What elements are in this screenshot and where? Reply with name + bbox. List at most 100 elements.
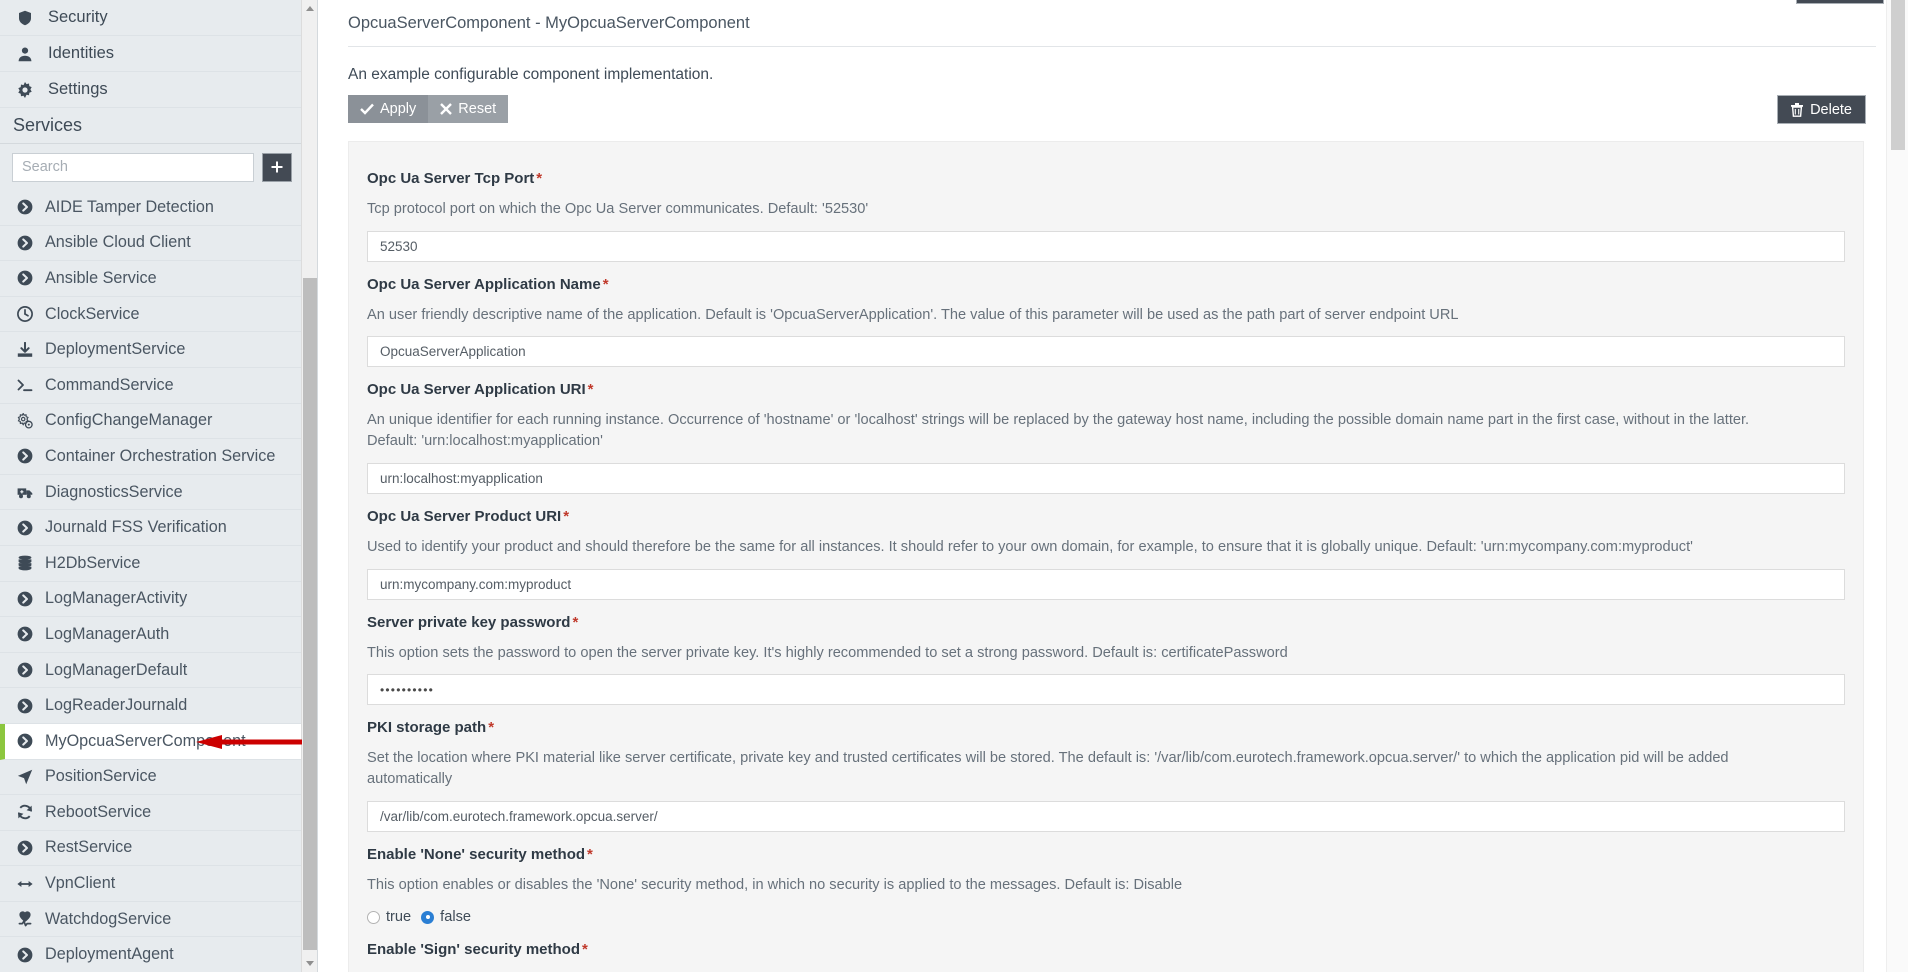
form-field: Opc Ua Server Application URI * An unique … bbox=[367, 376, 1845, 494]
sidebar-item-security[interactable]: Security bbox=[0, 0, 302, 36]
add-service-button[interactable] bbox=[262, 152, 292, 182]
chevron-circle-right-icon bbox=[17, 662, 38, 678]
service-item-logmanageractivity[interactable]: LogManagerActivity bbox=[0, 581, 302, 618]
radio-button[interactable] bbox=[421, 910, 435, 924]
service-item-logmanagerauth[interactable]: LogManagerAuth bbox=[0, 617, 302, 653]
service-item-deploymentagent[interactable]: DeploymentAgent bbox=[0, 937, 302, 972]
field-input[interactable] bbox=[367, 674, 1845, 706]
field-input[interactable] bbox=[367, 800, 1845, 832]
location-arrow-icon bbox=[17, 769, 38, 785]
field-label-text: Enable 'Sign' security method bbox=[367, 941, 581, 959]
service-item-commandservice[interactable]: CommandService bbox=[0, 367, 302, 404]
service-item-label: WatchdogService bbox=[45, 909, 172, 928]
chevron-circle-right-icon bbox=[17, 733, 33, 749]
cogs-icon bbox=[17, 412, 38, 429]
service-item-logreaderjournald[interactable]: LogReaderJournald bbox=[0, 688, 302, 724]
refresh-icon bbox=[17, 804, 38, 820]
service-item-label: LogManagerActivity bbox=[45, 589, 188, 608]
service-item-label: DiagnosticsService bbox=[45, 482, 183, 501]
heartbeat-shield-icon bbox=[17, 911, 38, 927]
service-item-ansible-service[interactable]: Ansible Service bbox=[0, 261, 302, 297]
cogs-icon bbox=[17, 412, 33, 429]
radio-option-false[interactable]: false bbox=[421, 909, 471, 925]
reset-button[interactable]: Reset bbox=[428, 95, 509, 123]
service-item-configchangemanager[interactable]: ConfigChangeManager bbox=[0, 403, 302, 440]
service-item-label: Container Orchestration Service bbox=[45, 446, 276, 465]
service-item-label: CommandService bbox=[45, 375, 174, 394]
sidebar-scrollbar-thumb[interactable] bbox=[303, 278, 317, 950]
radio-option-true[interactable]: true bbox=[367, 909, 411, 925]
field-label: Opc Ua Server Product URI * bbox=[367, 503, 1845, 525]
shield-icon bbox=[17, 10, 39, 26]
service-item-h2dbservice[interactable]: H2DbService bbox=[0, 545, 302, 582]
radio-button[interactable] bbox=[367, 910, 380, 924]
field-label: Opc Ua Server Application URI * bbox=[367, 376, 1845, 398]
service-item-myopcuaservercomponent[interactable]: MyOpcuaServerComponent bbox=[0, 723, 302, 760]
field-label-text: Opc Ua Server Application Name bbox=[367, 275, 601, 293]
chevron-circle-right-icon bbox=[17, 520, 38, 536]
form-field: PKI storage path * Set the location where … bbox=[367, 714, 1845, 832]
service-item-label: MyOpcuaServerComponent bbox=[45, 731, 246, 750]
arrows-h-icon bbox=[17, 880, 33, 887]
field-label-text: Opc Ua Server Product URI bbox=[367, 507, 562, 525]
field-description: Tcp protocol port on which the Opc Ua Se… bbox=[367, 201, 869, 217]
chevron-circle-right-icon bbox=[17, 627, 33, 642]
service-item-journald-fss-verification[interactable]: Journald FSS Verification bbox=[0, 510, 302, 546]
field-label-text: Opc Ua Server Tcp Port bbox=[367, 170, 535, 187]
reset-button-label: Reset bbox=[458, 100, 497, 117]
service-item-positionservice[interactable]: PositionService bbox=[0, 759, 302, 796]
chevron-circle-right-icon bbox=[17, 235, 33, 251]
chevron-circle-right-icon bbox=[17, 448, 38, 464]
sidebar: Security Identities Settings Services AIDE… bbox=[0, 0, 318, 972]
chevron-circle-right-icon bbox=[17, 840, 38, 856]
ambulance-icon bbox=[17, 484, 38, 500]
service-item-diagnosticsservice[interactable]: DiagnosticsService bbox=[0, 474, 302, 511]
service-item-container-orchestration-service[interactable]: Container Orchestration Service bbox=[0, 439, 302, 475]
service-item-label: LogManagerAuth bbox=[45, 624, 170, 643]
clock-icon bbox=[17, 306, 33, 323]
service-item-ansible-cloud-client[interactable]: Ansible Cloud Client bbox=[0, 225, 302, 262]
sidebar-item-settings[interactable]: Settings bbox=[0, 72, 302, 108]
search-input[interactable] bbox=[12, 152, 254, 182]
sidebar-item-identities[interactable]: Identities bbox=[0, 36, 302, 72]
offscreen-top-button[interactable] bbox=[1796, 0, 1884, 4]
chevron-circle-right-icon bbox=[17, 733, 38, 749]
chevron-circle-right-icon bbox=[17, 591, 33, 607]
service-item-label: H2DbService bbox=[45, 553, 141, 572]
service-item-watchdogservice[interactable]: WatchdogService bbox=[0, 901, 302, 938]
sidebar-scrollbar[interactable] bbox=[301, 0, 317, 972]
delete-button[interactable]: Delete bbox=[1777, 95, 1866, 124]
field-input[interactable] bbox=[367, 230, 1845, 262]
main-scrollbar-thumb[interactable] bbox=[1891, 0, 1905, 150]
chevron-circle-right-icon bbox=[17, 449, 33, 464]
service-item-label: DeploymentService bbox=[45, 340, 186, 359]
field-label-text: Server private key password bbox=[367, 613, 571, 631]
scroll-down-arrow-icon[interactable] bbox=[302, 955, 317, 972]
sidebar-content: Security Identities Settings Services AIDE… bbox=[0, 0, 302, 972]
component-description: An example configurable component implem… bbox=[348, 66, 714, 83]
plus-icon bbox=[271, 161, 283, 173]
field-description: An unique identifier for each running in… bbox=[367, 412, 1750, 450]
main-scrollbar[interactable] bbox=[1886, 0, 1908, 972]
form-field: Opc Ua Server Tcp Port * Tcp protocol port… bbox=[367, 165, 1845, 262]
apply-button[interactable]: Apply bbox=[348, 95, 429, 123]
service-item-restservice[interactable]: RestService bbox=[0, 830, 302, 867]
chevron-circle-right-icon bbox=[17, 698, 33, 714]
field-input[interactable] bbox=[367, 462, 1845, 494]
service-item-clockservice[interactable]: ClockService bbox=[0, 296, 302, 333]
service-item-vpnclient[interactable]: VpnClient bbox=[0, 866, 302, 902]
field-label-text: Opc Ua Server Application URI bbox=[367, 381, 586, 399]
scroll-up-arrow-icon[interactable] bbox=[302, 0, 317, 17]
service-item-deploymentservice[interactable]: DeploymentService bbox=[0, 332, 302, 368]
sidebar-section-services: Services bbox=[0, 108, 302, 144]
sidebar-item-label: Settings bbox=[48, 80, 108, 98]
field-input[interactable] bbox=[367, 336, 1845, 368]
service-item-aide-tamper-detection[interactable]: AIDE Tamper Detection bbox=[0, 190, 302, 226]
field-input[interactable] bbox=[367, 568, 1845, 600]
service-item-label: ConfigChangeManager bbox=[45, 411, 213, 430]
user-icon bbox=[18, 47, 32, 61]
apply-button-label: Apply bbox=[380, 100, 417, 117]
service-item-logmanagerdefault[interactable]: LogManagerDefault bbox=[0, 652, 302, 689]
service-item-rebootservice[interactable]: RebootService bbox=[0, 795, 302, 831]
form-field: Enable 'None' security method * This optio… bbox=[367, 841, 1845, 928]
